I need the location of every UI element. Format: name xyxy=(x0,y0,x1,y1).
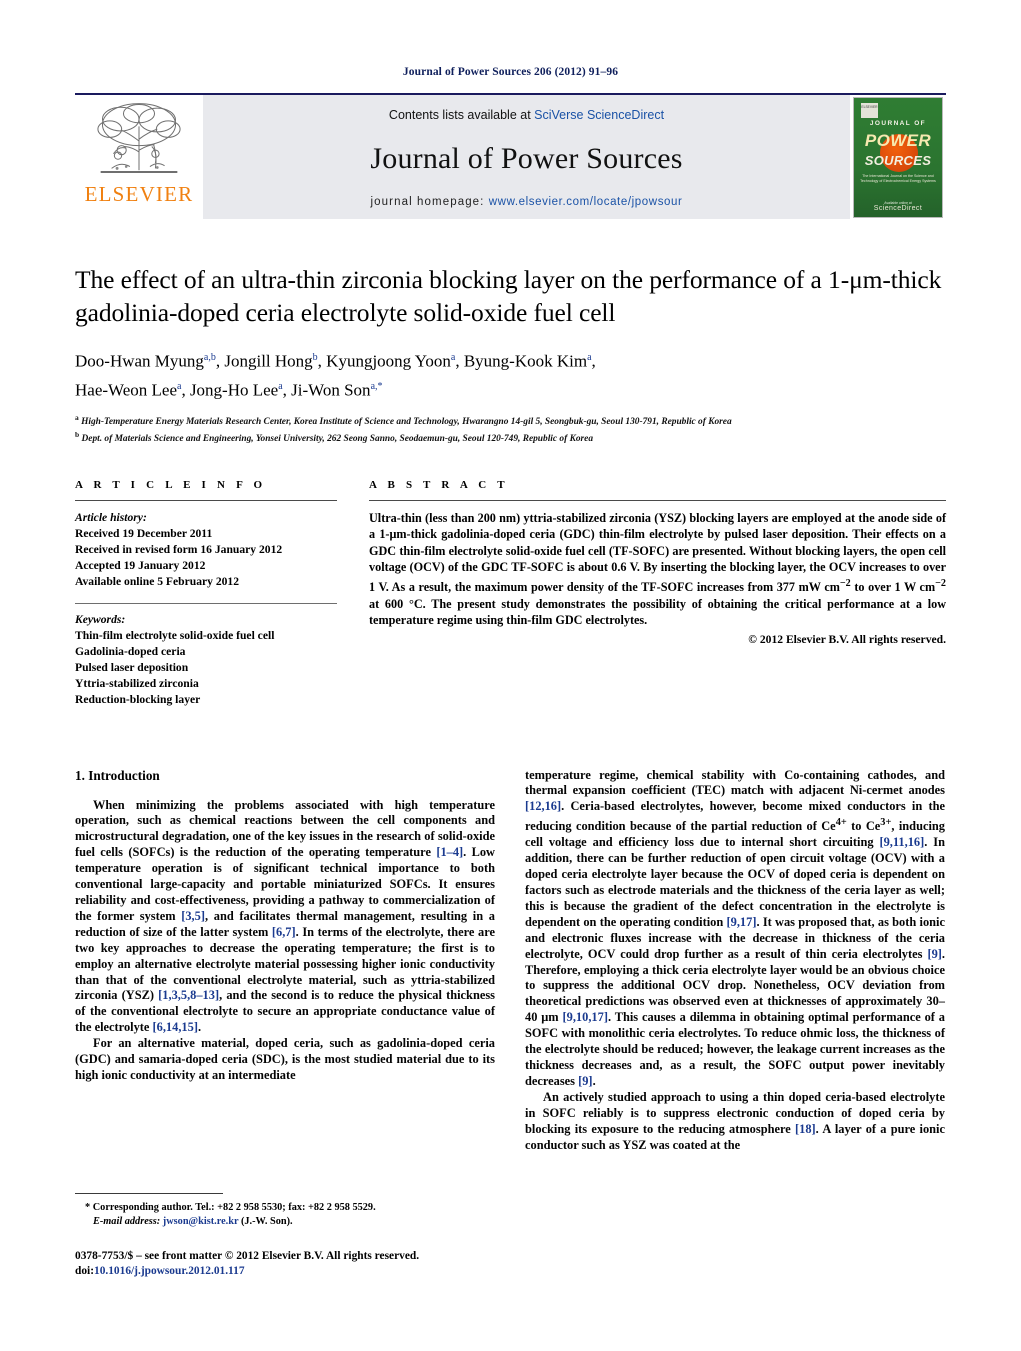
keyword-item: Pulsed laser deposition xyxy=(75,660,189,674)
keywords-list: Thin-film electrolyte solid-oxide fuel c… xyxy=(75,628,337,708)
author-affil-marker: a xyxy=(278,380,283,392)
sciencedirect-link[interactable]: SciVerse ScienceDirect xyxy=(534,108,664,122)
paragraph: For an alternative material, doped ceria… xyxy=(75,1036,495,1082)
history-item: Available online 5 February 2012 xyxy=(75,574,240,588)
history-item: Received 19 December 2011 xyxy=(75,526,213,540)
article-page: Journal of Power Sources 206 (2012) 91–9… xyxy=(0,0,1021,1351)
journal-masthead: ELSEVIER Contents lists available at Sci… xyxy=(75,93,946,219)
author-name[interactable]: Byung-Kook Kim xyxy=(464,352,587,371)
abstract-text: Ultra-thin (less than 200 nm) yttria-sta… xyxy=(369,510,946,628)
paragraph: When minimizing the problems associated … xyxy=(75,797,496,1035)
homepage-url-link[interactable]: www.elsevier.com/locate/jpowsour xyxy=(489,196,683,208)
cover-footer: Available online at ScienceDirect xyxy=(854,201,942,212)
abstract-copyright: © 2012 Elsevier B.V. All rights reserved… xyxy=(748,632,946,646)
cover-line-3: SOURCES xyxy=(864,153,932,168)
section-heading-introduction: 1. Introduction xyxy=(75,767,160,783)
journal-title: Journal of Power Sources xyxy=(370,142,683,175)
elsevier-wordmark: ELSEVIER xyxy=(84,182,194,206)
affiliation-list: a High-Temperature Energy Materials Rese… xyxy=(75,412,946,445)
keyword-item: Thin-film electrolyte solid-oxide fuel c… xyxy=(75,628,275,642)
affiliation-marker: b xyxy=(75,429,80,439)
cover-line-2: POWER xyxy=(864,131,932,150)
article-info-heading: A R T I C L E I N F O xyxy=(75,478,267,491)
history-item: Accepted 19 January 2012 xyxy=(75,558,206,572)
divider xyxy=(369,499,946,501)
journal-cover-container: ELSEVIER JOURNAL OF POWER SOURCES The In… xyxy=(850,95,946,219)
body-column-right: temperature regime, chemical stability w… xyxy=(525,768,945,1198)
page-footer: * Corresponding author. Tel.: +82 2 958 … xyxy=(75,1193,495,1279)
affiliation-item: b Dept. of Materials Science and Enginee… xyxy=(75,429,946,446)
running-head: Journal of Power Sources 206 (2012) 91–9… xyxy=(402,66,619,78)
keyword-item: Yttria-stabilized zirconia xyxy=(75,676,199,690)
footnote-divider xyxy=(75,1193,223,1194)
affiliation-text: High-Temperature Energy Materials Resear… xyxy=(81,417,732,428)
journal-homepage-line: journal homepage: www.elsevier.com/locat… xyxy=(371,196,683,208)
author-affil-marker: a xyxy=(587,352,592,363)
doi-line: doi:10.1016/j.jpowsour.2012.01.117 xyxy=(75,1264,495,1279)
author-name[interactable]: Doo-Hwan Myung xyxy=(75,352,204,371)
email-link[interactable]: jwson@kist.re.kr xyxy=(163,1216,239,1227)
author-affil-marker: a,* xyxy=(370,380,383,392)
divider xyxy=(75,602,337,604)
paragraph: temperature regime, chemical stability w… xyxy=(525,767,945,1088)
paragraph: An actively studied approach to using a … xyxy=(525,1089,946,1152)
author-affil-marker: a,b xyxy=(203,352,216,363)
author-list: Doo-Hwan Myunga,b, Jongill Hongb, Kyungj… xyxy=(75,351,596,400)
author-name[interactable]: Jongill Hong xyxy=(224,352,312,371)
abstract-heading: A B S T R A C T xyxy=(369,478,509,491)
title-block: The effect of an ultra-thin zirconia blo… xyxy=(75,263,946,446)
author-affil-marker: a xyxy=(176,380,182,392)
divider xyxy=(75,499,337,501)
author-name[interactable]: Hae-Weon Lee xyxy=(75,380,177,399)
author-name[interactable]: Ji-Won Son xyxy=(291,380,370,399)
elsevier-tree-icon xyxy=(97,103,181,174)
cover-publisher-badge: ELSEVIER xyxy=(861,103,878,118)
article-history-list: Received 19 December 2011 Received in re… xyxy=(75,526,337,590)
keyword-item: Gadolinia-doped ceria xyxy=(75,644,186,658)
affiliation-item: a High-Temperature Energy Materials Rese… xyxy=(75,412,946,429)
journal-cover-thumbnail: ELSEVIER JOURNAL OF POWER SOURCES The In… xyxy=(853,97,943,218)
email-label: E-mail address: xyxy=(93,1216,161,1227)
issn-line: 0378-7753/$ – see front matter © 2012 El… xyxy=(75,1250,420,1262)
article-history-label: Article history: xyxy=(75,510,147,524)
contents-available-line: Contents lists available at SciVerse Sci… xyxy=(389,108,664,122)
corresponding-text: Corresponding author. Tel.: +82 2 958 55… xyxy=(92,1202,376,1213)
article-info-column: A R T I C L E I N F O Article history: R… xyxy=(75,479,337,708)
doi-link[interactable]: 10.1016/j.jpowsour.2012.01.117 xyxy=(94,1265,245,1277)
corresponding-author-note: * Corresponding author. Tel.: +82 2 958 … xyxy=(75,1201,495,1229)
keywords-label: Keywords: xyxy=(75,612,126,626)
cover-subtitle: The International Journal on the Science… xyxy=(860,174,936,183)
affiliation-marker: a xyxy=(75,413,79,423)
page-title: The effect of an ultra-thin zirconia blo… xyxy=(75,265,942,327)
doi-label: doi: xyxy=(75,1265,94,1277)
contents-prefix: Contents lists available at xyxy=(388,108,535,122)
author-name[interactable]: Jong-Ho Lee xyxy=(190,380,278,399)
email-owner: (J.-W. Son). xyxy=(240,1216,293,1227)
body-columns: 1. Introduction When minimizing the prob… xyxy=(75,768,946,1198)
affiliation-text: Dept. of Materials Science and Engineeri… xyxy=(81,434,594,445)
homepage-label: journal homepage: xyxy=(370,196,489,208)
author-affil-marker: a xyxy=(450,352,456,363)
masthead-center: Contents lists available at SciVerse Sci… xyxy=(203,95,850,219)
corresponding-marker: * xyxy=(85,1202,91,1213)
elsevier-logo: ELSEVIER xyxy=(75,95,203,219)
issn-copyright-block: 0378-7753/$ – see front matter © 2012 El… xyxy=(75,1249,495,1279)
info-abstract-region: A R T I C L E I N F O Article history: R… xyxy=(75,479,946,708)
author-name[interactable]: Kyungjoong Yoon xyxy=(326,352,451,371)
body-column-left: 1. Introduction When minimizing the prob… xyxy=(75,768,495,1198)
cover-line-1: JOURNAL OF xyxy=(869,120,927,127)
cover-footer-logo: ScienceDirect xyxy=(873,205,923,212)
author-affil-marker: b xyxy=(312,352,318,363)
abstract-column: A B S T R A C T Ultra-thin (less than 20… xyxy=(369,479,946,708)
keyword-item: Reduction-blocking layer xyxy=(75,692,201,706)
history-item: Received in revised form 16 January 2012 xyxy=(75,542,283,556)
